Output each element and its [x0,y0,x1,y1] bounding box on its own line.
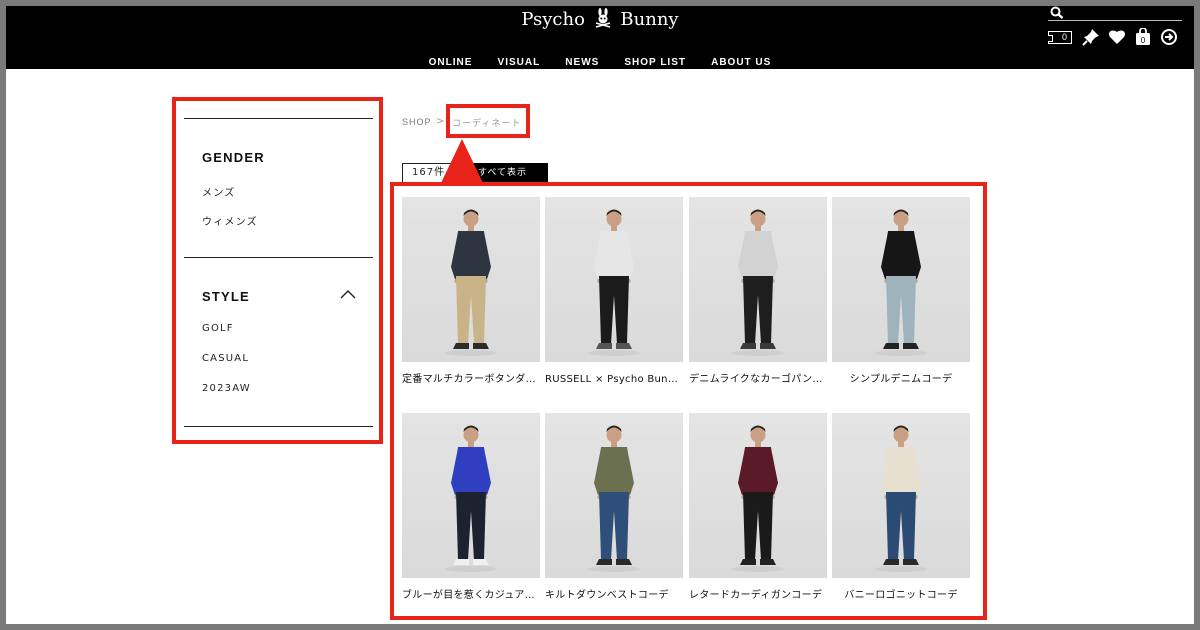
brand-name-left: Psycho [521,9,585,30]
product-card[interactable]: レタードカーディガンコーデ [689,413,827,601]
product-card[interactable]: 定番マルチカラーボタンダウンシャツ [402,197,540,385]
pin-icon[interactable] [1082,28,1100,46]
product-card[interactable]: キルトダウンベストコーデ [545,413,683,601]
nav-about-us[interactable]: ABOUT US [711,57,771,68]
breadcrumb-shop[interactable]: SHOP [402,117,432,127]
nav-online[interactable]: ONLINE [429,57,473,68]
product-photo[interactable] [545,413,683,578]
product-photo[interactable] [832,197,970,362]
gender-heading[interactable]: GENDER [202,150,265,165]
filter-sidebar-highlight: GENDER メンズ ウィメンズ STYLE GOLF CASUAL 2023A… [172,97,383,444]
svg-text:0: 0 [1141,36,1146,45]
main-nav: ONLINE VISUAL NEWS SHOP LIST ABOUT US [6,50,1194,69]
product-caption[interactable]: RUSSELL × Psycho Bunnyスウェットコーデ [545,370,683,385]
product-caption[interactable]: ブルーが目を惹くカジュアルコーデ [402,586,540,601]
site-header: Psycho Bunny ONLINE VISUAL NEWS SHOP LIS… [6,6,1194,69]
divider [184,257,373,258]
product-caption[interactable]: バニーロゴニットコーデ [832,586,970,601]
nav-visual[interactable]: VISUAL [498,57,541,68]
product-card[interactable]: ブルーが目を惹くカジュアルコーデ [402,413,540,601]
screenshot-frame: Psycho Bunny ONLINE VISUAL NEWS SHOP LIS… [6,6,1194,624]
chevron-up-icon[interactable] [340,289,356,299]
search-icon[interactable] [1050,6,1064,19]
cart-count-badge[interactable]: 0 [1048,31,1072,44]
product-photo[interactable] [402,197,540,362]
filter-style-golf[interactable]: GOLF [202,323,234,334]
filter-gender-womens[interactable]: ウィメンズ [202,213,258,228]
filter-style-casual[interactable]: CASUAL [202,353,249,364]
heart-icon[interactable] [1108,28,1126,46]
product-photo[interactable] [545,197,683,362]
product-caption[interactable]: デニムライクなカーゴパンツコーデ [689,370,827,385]
nav-news[interactable]: NEWS [565,57,599,68]
product-photo[interactable] [832,413,970,578]
product-caption[interactable]: レタードカーディガンコーデ [689,586,827,601]
product-caption[interactable]: 定番マルチカラーボタンダウンシャツ [402,370,540,385]
logout-icon[interactable] [1160,28,1178,46]
filter-gender-mens[interactable]: メンズ [202,184,235,199]
breadcrumb-current: コーディネート [452,119,522,129]
search-field[interactable] [1048,6,1184,24]
product-card[interactable]: シンプルデニムコーデ [832,197,970,385]
product-caption[interactable]: キルトダウンベストコーデ [545,586,683,601]
product-caption[interactable]: シンプルデニムコーデ [832,370,970,385]
style-heading[interactable]: STYLE [202,289,250,304]
product-card[interactable]: RUSSELL × Psycho Bunnyスウェットコーデ [545,197,683,385]
divider [184,118,373,119]
filter-style-2023aw[interactable]: 2023AW [202,383,251,394]
divider [184,426,373,427]
bunny-skull-icon [594,8,612,33]
product-photo[interactable] [689,413,827,578]
brand-name-right: Bunny [620,9,679,30]
nav-shop-list[interactable]: SHOP LIST [624,57,686,68]
search-underline [1048,20,1182,21]
product-card[interactable]: デニムライクなカーゴパンツコーデ [689,197,827,385]
product-card[interactable]: バニーロゴニットコーデ [832,413,970,601]
highlight-arrow [441,139,483,183]
brand-logo[interactable]: Psycho Bunny [6,8,1194,33]
product-photo[interactable] [689,197,827,362]
breadcrumb-separator: > [436,116,445,127]
bag-icon[interactable]: 0 [1134,28,1152,46]
product-photo[interactable] [402,413,540,578]
